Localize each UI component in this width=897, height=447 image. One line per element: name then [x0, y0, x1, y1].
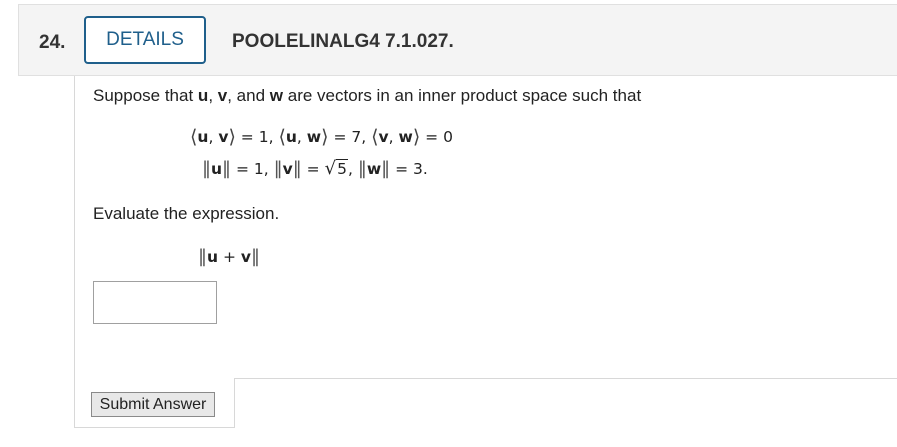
question-header: 24. DETAILS POOLELINALG4 7.1.027. [18, 4, 897, 76]
norm-w: ‖w‖ = 3. [357, 158, 428, 179]
norm-u: ‖u‖ = 1, [202, 158, 269, 179]
question-page: 24. DETAILS POOLELINALG4 7.1.027. Suppos… [0, 0, 897, 447]
panel-border-left [74, 76, 75, 428]
expression: ‖u + v‖ [198, 246, 261, 267]
panel-border-bottom [74, 427, 235, 428]
question-number: 24. [39, 32, 66, 53]
evaluate-prompt: Evaluate the expression. [93, 204, 280, 223]
sqrt-symbol: √5 [324, 158, 348, 179]
vector-v: v [217, 86, 228, 105]
answer-input[interactable] [93, 281, 217, 324]
details-button[interactable]: DETAILS [84, 16, 206, 64]
norm-v: ‖v‖ = √5, [273, 158, 353, 179]
question-id: POOLELINALG4 7.1.027. [232, 31, 454, 52]
vector-u: u [197, 86, 209, 105]
inner-product-uw: ⟨u, w⟩ = 7, [278, 126, 367, 148]
inner-product-uv: ⟨u, v⟩ = 1, [190, 126, 274, 148]
norms-line: ‖u‖ = 1, ‖v‖ = √5, ‖w‖ = 3. [202, 158, 428, 179]
submit-answer-button[interactable]: Submit Answer [91, 392, 215, 417]
panel-border-right [234, 378, 235, 428]
panel-divider [234, 378, 897, 379]
inner-product-vw: ⟨v, w⟩ = 0 [371, 126, 453, 148]
problem-intro: Suppose that u, v, and w are vectors in … [93, 86, 642, 105]
vector-w: w [269, 86, 284, 105]
inner-products-line: ⟨u, v⟩ = 1, ⟨u, w⟩ = 7, ⟨v, w⟩ = 0 [190, 126, 453, 148]
